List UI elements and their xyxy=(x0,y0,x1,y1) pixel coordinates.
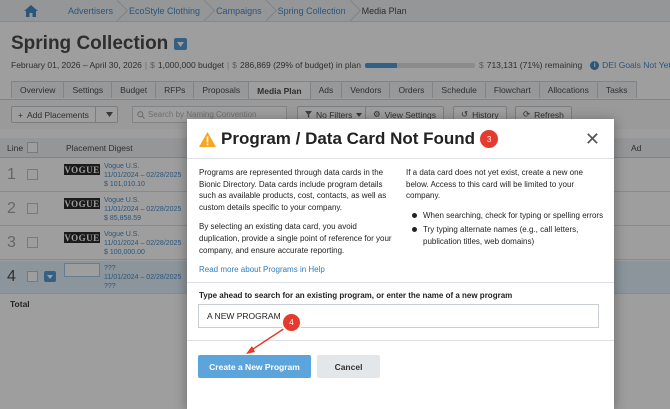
step-badge: 4 xyxy=(281,312,302,333)
annotation-arrow xyxy=(246,325,289,354)
